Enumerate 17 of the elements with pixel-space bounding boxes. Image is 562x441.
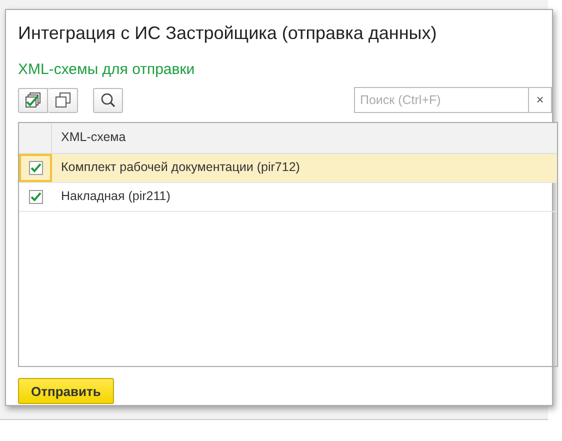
section-title: XML-схемы для отправки <box>18 60 196 80</box>
table-cell-text: Комплект рабочей документации (pir712) <box>60 159 300 176</box>
column-header: XML-схема <box>60 129 126 146</box>
check-all-icon <box>24 92 42 108</box>
dialog-title: Интеграция с ИС Застройщика (отправка данных) <box>18 22 438 45</box>
table-row[interactable]: Накладная (pir211) <box>19 182 557 212</box>
search-field[interactable]: Поиск (Ctrl+F) × <box>354 87 552 113</box>
uncheck-all-icon <box>54 92 70 108</box>
send-button[interactable]: Отправить <box>18 378 114 404</box>
search-icon <box>100 92 116 108</box>
checkbox[interactable] <box>28 160 42 174</box>
table-row[interactable]: Комплект рабочей документации (pir712) <box>19 154 557 182</box>
check-all-button[interactable] <box>18 88 48 112</box>
search-button[interactable] <box>93 88 123 112</box>
uncheck-all-button[interactable] <box>48 88 78 112</box>
checkbox[interactable] <box>28 190 42 204</box>
table-cell-text: Накладная (pir211) <box>60 188 170 206</box>
